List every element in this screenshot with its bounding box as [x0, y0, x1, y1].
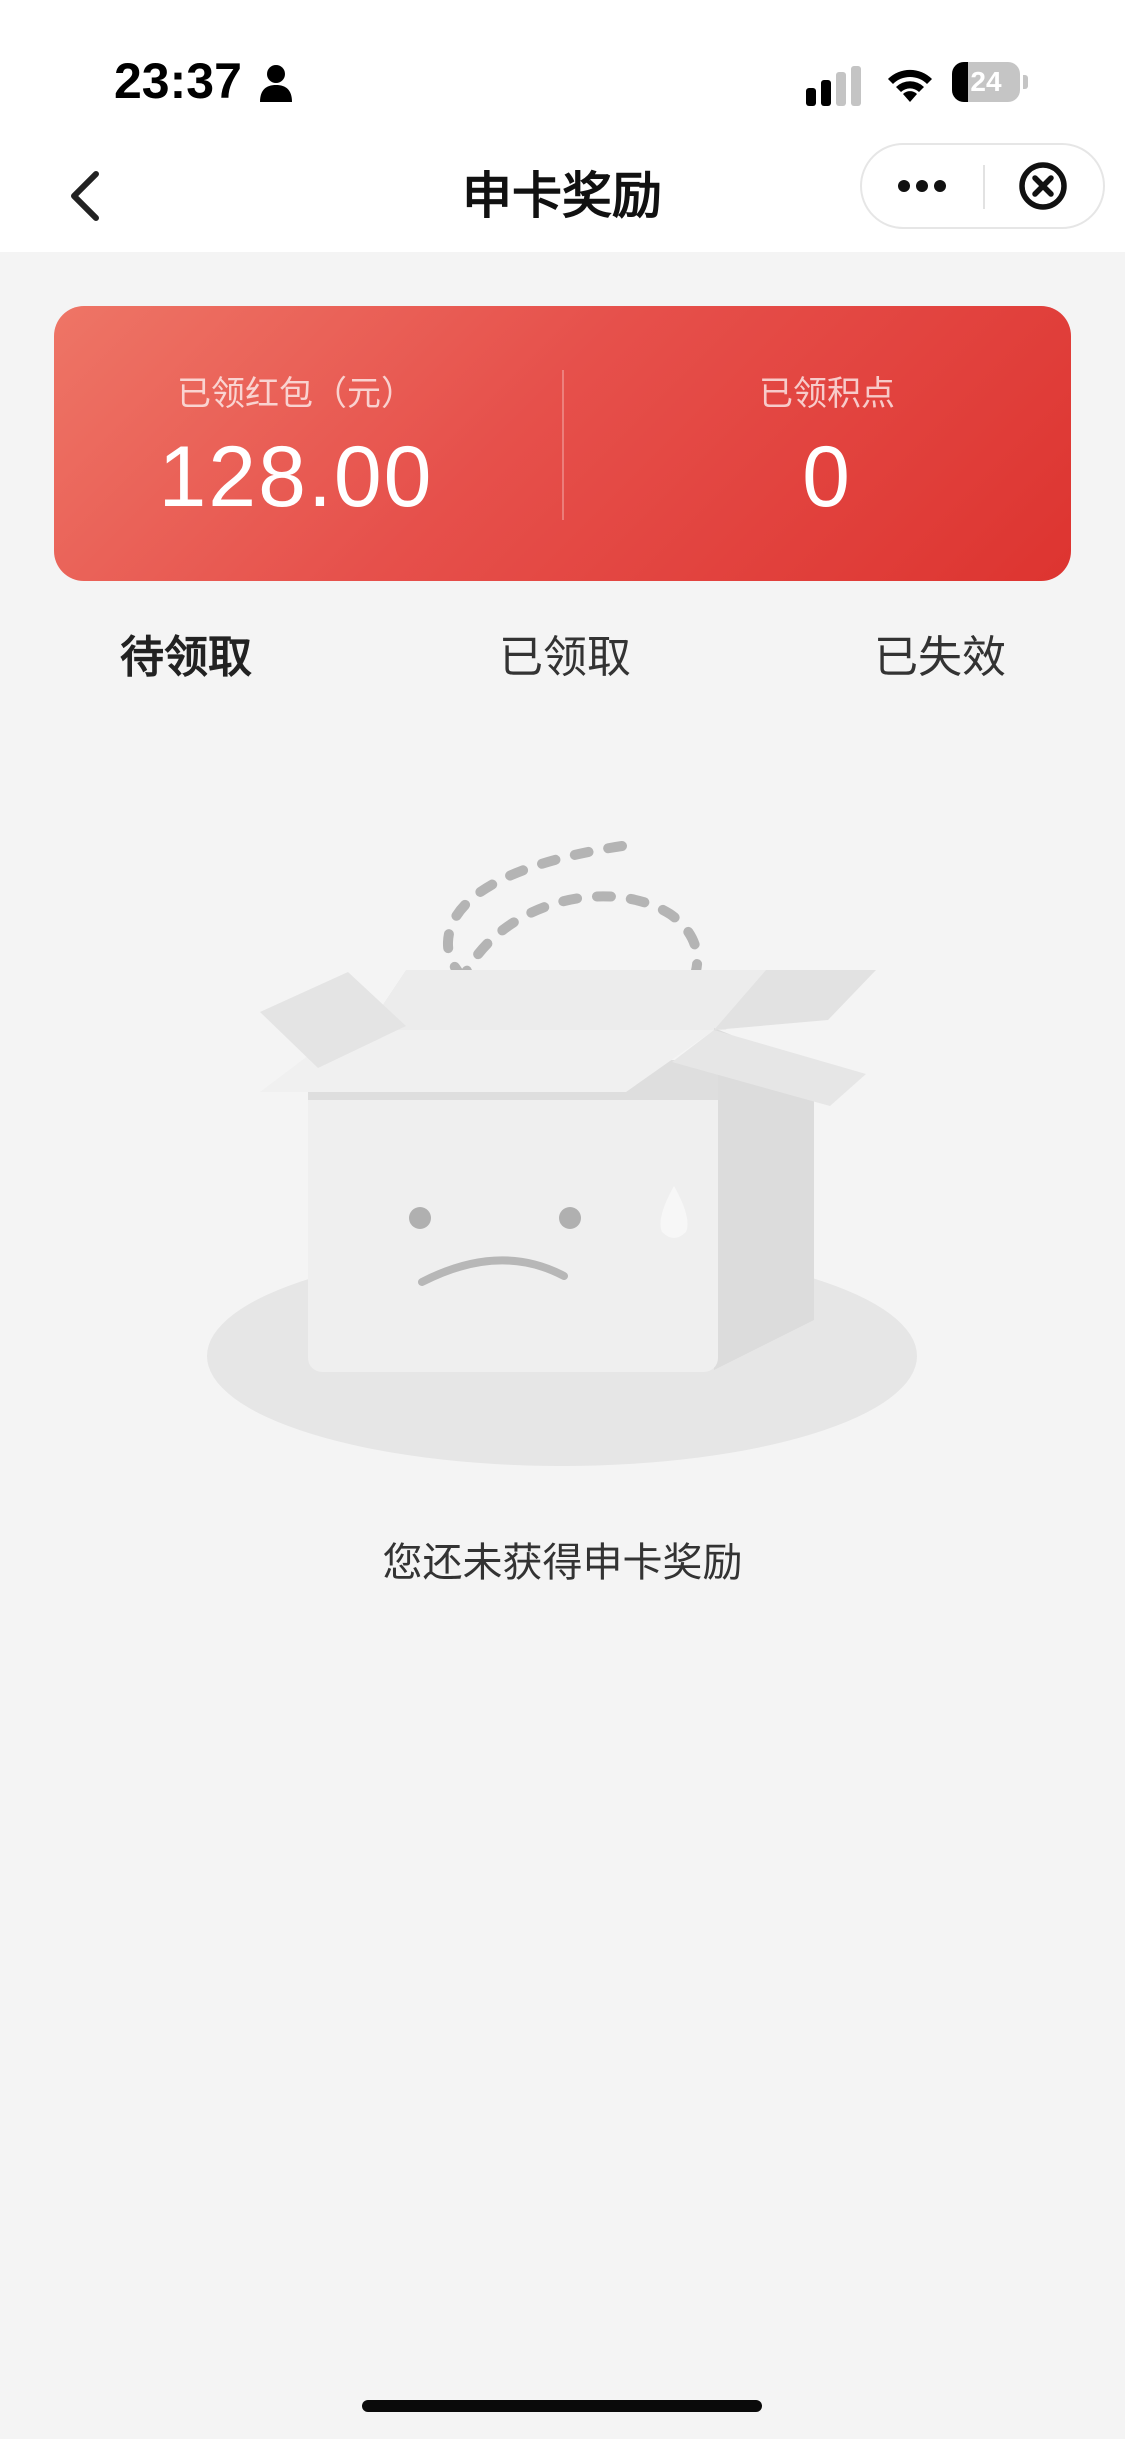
tab-expired[interactable]: 已失效 — [874, 608, 1006, 708]
points-summary: 已领积点 0 — [563, 306, 1071, 581]
battery-level: 24 — [970, 66, 1002, 97]
more-dots-icon — [898, 180, 946, 192]
reward-summary-card: 已领红包（元） 128.00 已领积点 0 — [54, 306, 1071, 581]
chevron-left-icon — [71, 171, 99, 221]
points-amount: 0 — [802, 429, 852, 525]
battery-icon: 24 — [952, 62, 1028, 102]
nav-bar: 申卡奖励 — [0, 140, 1125, 252]
tab-pending[interactable]: 待领取 — [120, 608, 252, 708]
close-circle-icon — [1019, 162, 1067, 210]
cellular-signal-icon — [806, 66, 861, 106]
status-time: 23:37 — [114, 53, 242, 109]
red-packet-amount: 128.00 — [158, 429, 434, 525]
home-indicator — [362, 2400, 762, 2412]
sad-empty-box-icon — [207, 841, 917, 1466]
back-button[interactable] — [60, 162, 116, 230]
status-bar: 23:37 24 — [0, 0, 1125, 140]
person-icon — [260, 65, 292, 102]
red-packet-label: 已领红包（元） — [177, 374, 415, 414]
red-packet-summary: 已领红包（元） 128.00 — [54, 306, 562, 581]
more-button[interactable] — [862, 145, 983, 227]
mini-program-capsule — [860, 143, 1105, 229]
reward-tabs: 待领取 已领取 已失效 — [0, 608, 1125, 708]
empty-state-message: 您还未获得申卡奖励 — [382, 1540, 743, 1586]
points-label: 已领积点 — [759, 374, 895, 414]
wifi-icon — [888, 69, 932, 102]
close-button[interactable] — [985, 145, 1103, 227]
page-title: 申卡奖励 — [462, 167, 662, 225]
tab-received[interactable]: 已领取 — [499, 608, 631, 708]
